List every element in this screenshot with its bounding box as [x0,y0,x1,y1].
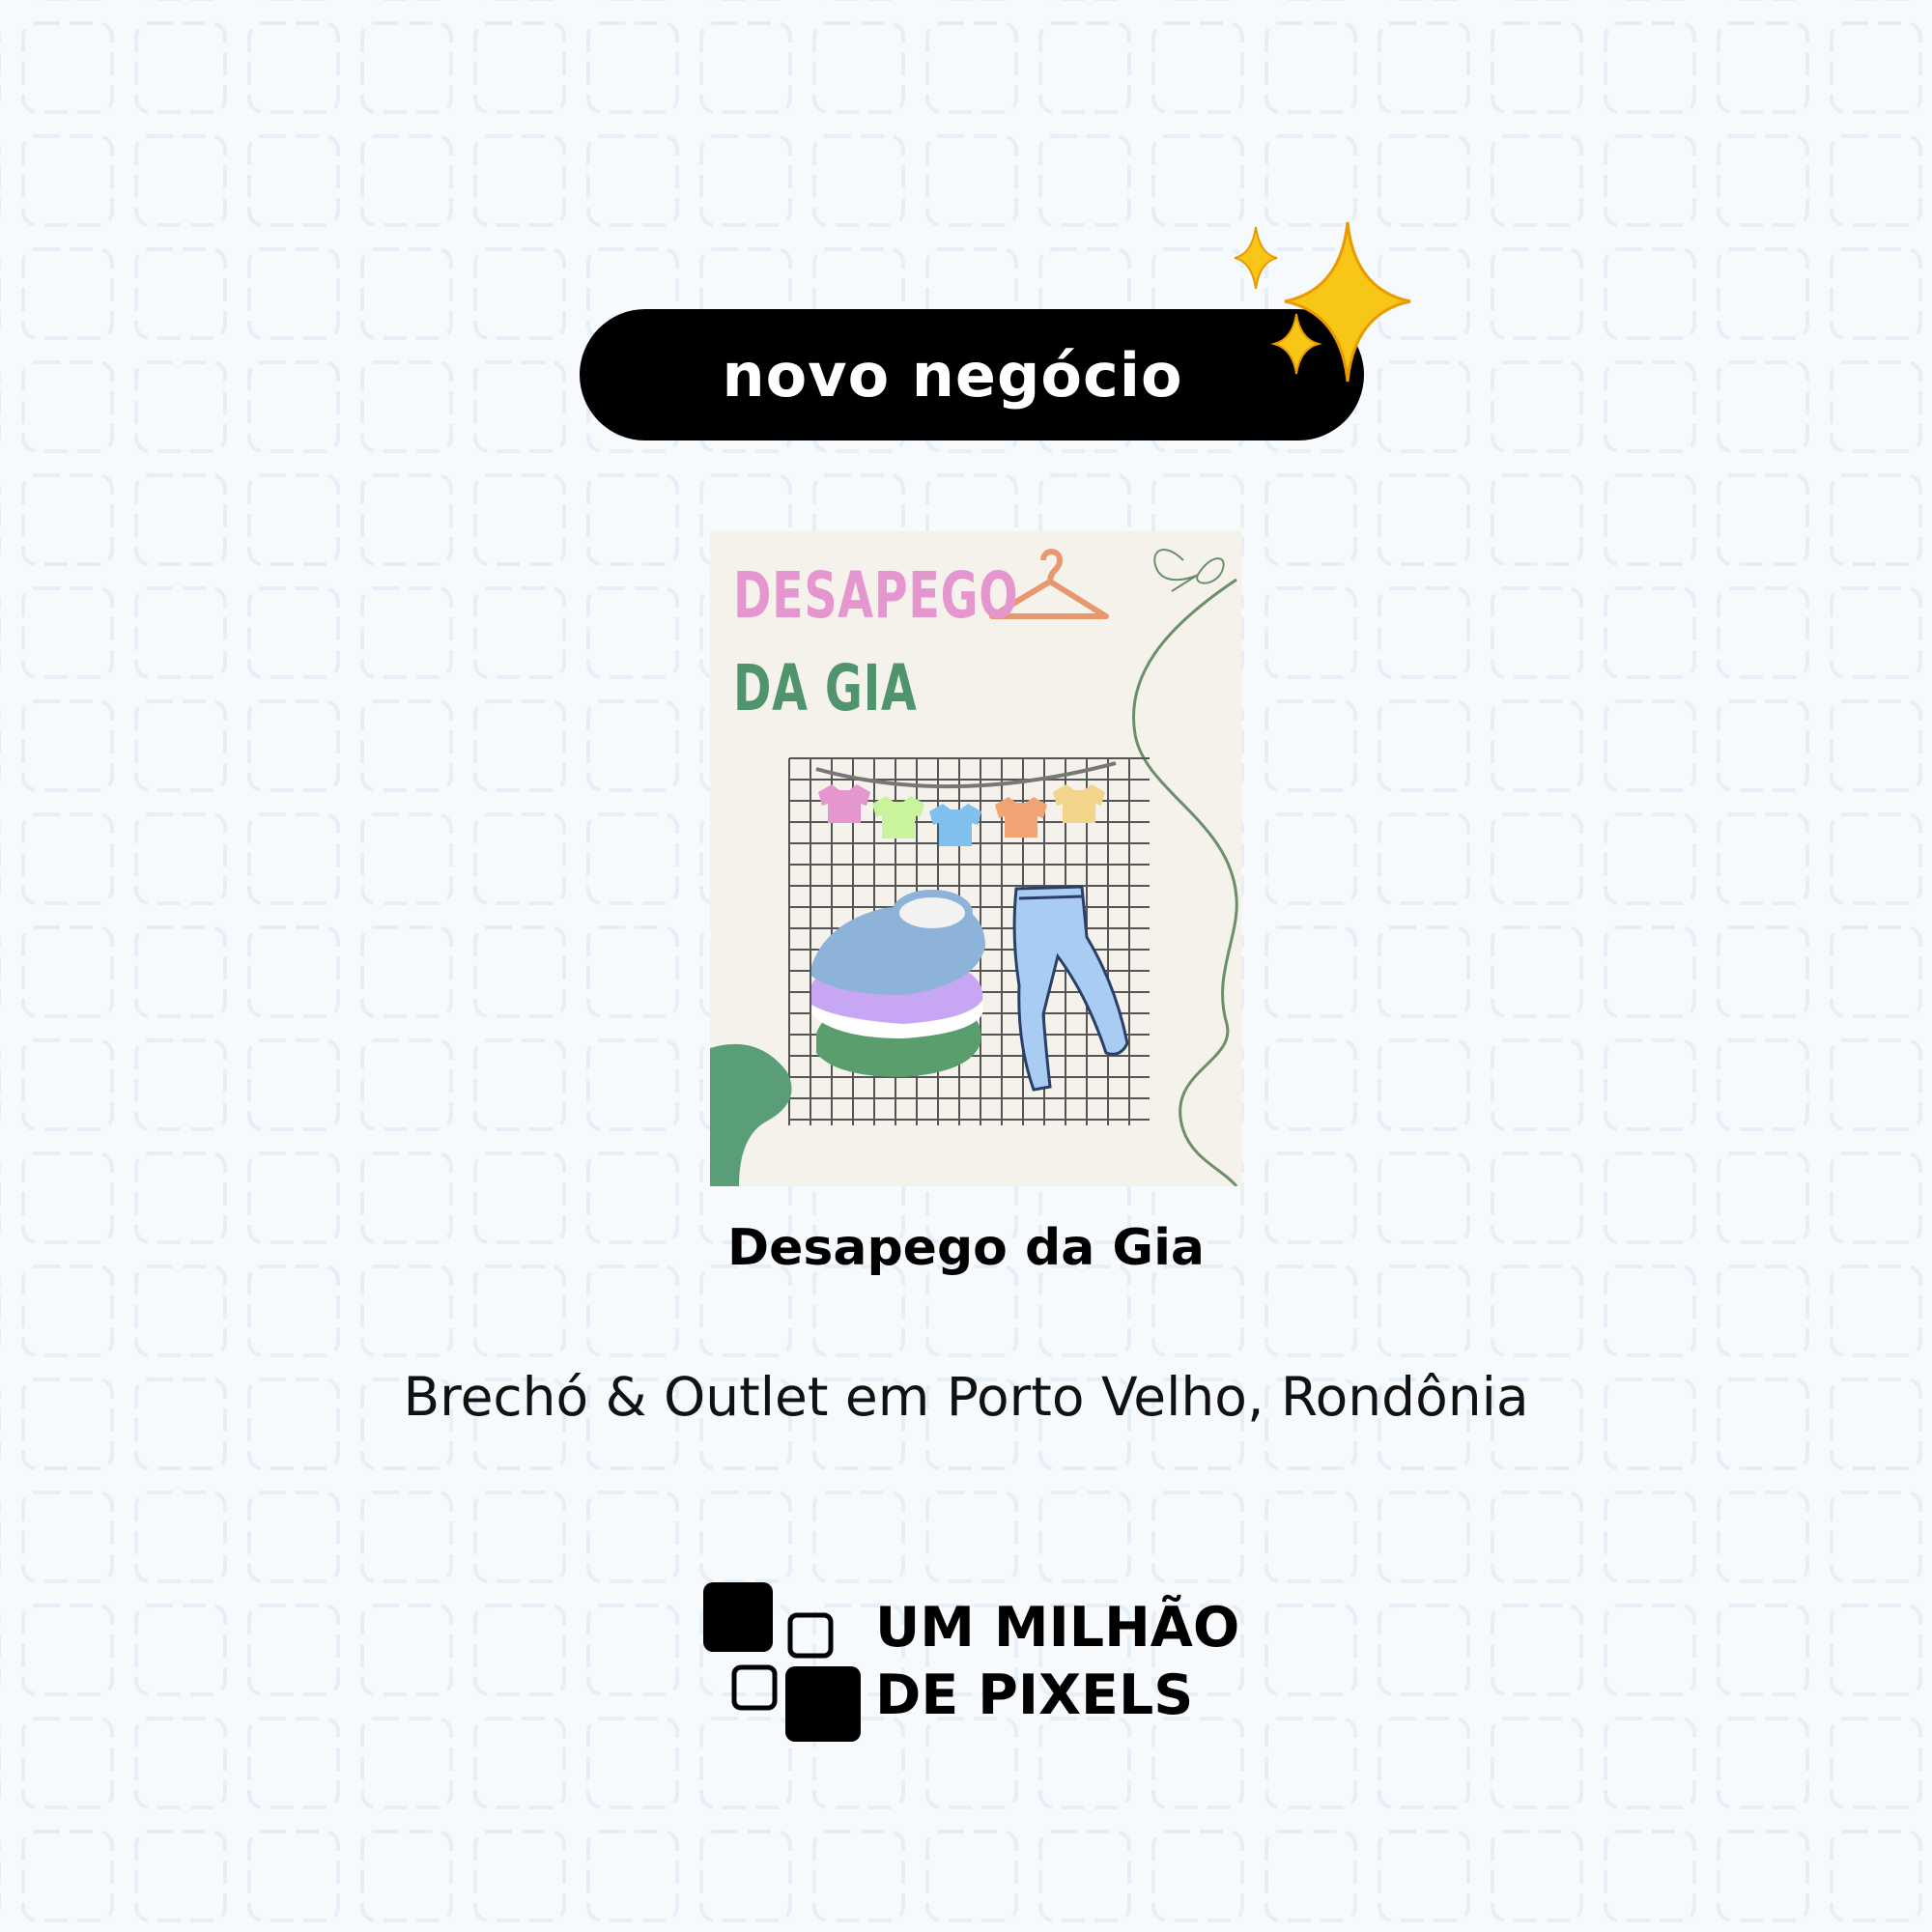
poster-title-line1: DESAPEGO [733,558,1019,633]
badge-label: novo negócio [722,339,1183,411]
tshirt-orange-icon [995,797,1047,838]
brand-name-line2: DE PIXELS [875,1663,1194,1727]
business-name: Desapego da Gia [726,1219,1206,1277]
sparkles-icon [1234,221,1411,383]
brand-logo-icon [703,1582,861,1742]
tshirt-yellow-icon [1053,784,1105,823]
business-description: Brechó & Outlet em Porto Velho, Rondônia [403,1366,1529,1428]
folded-clothes-icon [811,890,985,1077]
brand-name: UM MILHÃO DE PIXELS [875,1594,1239,1729]
business-poster-image: DESAPEGO DA GIA [710,531,1241,1186]
jeans-icon [1012,885,1129,1092]
brand-name-line1: UM MILHÃO [875,1596,1240,1660]
tshirt-pink-icon [818,784,870,823]
poster-title-line2: DA GIA [733,651,918,725]
